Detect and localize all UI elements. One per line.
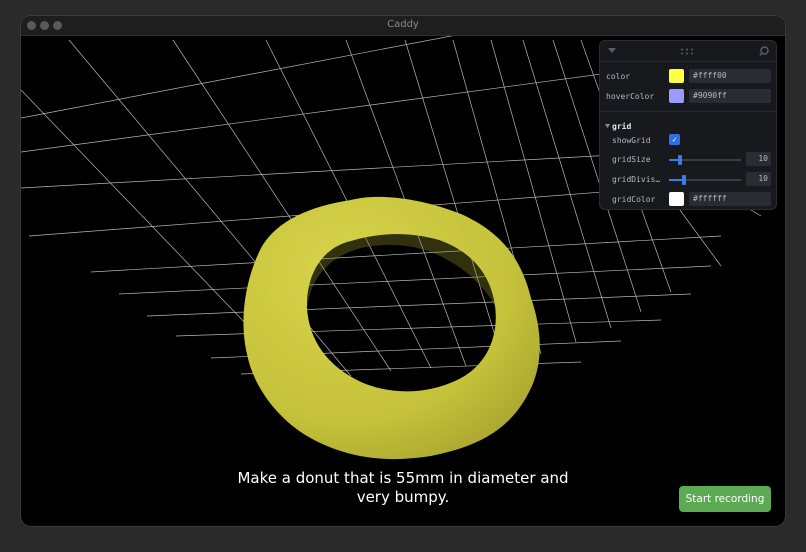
grid-color-label: gridColor [612,195,656,204]
grid-size-input[interactable]: 10 [746,152,771,166]
grid-divisions-label: gridDivis… [612,175,661,184]
folder-collapse-icon[interactable] [605,124,610,128]
color-swatch[interactable] [669,69,684,83]
window-title: Caddy [387,19,419,30]
prompt-text: Make a donut that is 55mm in diameter an… [237,469,569,506]
grid-color-swatch[interactable] [669,192,684,206]
controls-panel[interactable]: color #ffff00 hoverColor #9090ff grid sh… [600,41,776,209]
grid-divisions-slider-fill [669,179,682,181]
grid-size-label: gridSize [612,155,651,164]
title-bar: Caddy [21,16,785,36]
search-icon[interactable] [759,46,769,56]
grid-divisions-slider-thumb[interactable] [682,175,686,185]
grid-color-input[interactable]: #ffffff [689,192,771,206]
grid-size-slider-fill [669,159,678,161]
show-grid-label: showGrid [612,136,651,145]
hover-color-label: hoverColor [606,92,655,101]
color-input[interactable]: #ffff00 [689,69,771,83]
grid-size-slider-thumb[interactable] [678,155,682,165]
start-recording-button[interactable]: Start recording [679,486,771,512]
app-window: Caddy color #ffff00 hoverColor #9090ff g… [21,16,785,526]
grid-divisions-input[interactable]: 10 [746,172,771,186]
panel-header[interactable] [600,41,776,62]
show-grid-checkbox[interactable]: ✓ [669,134,680,145]
grid-folder-title[interactable]: grid [612,122,631,131]
collapse-triangle-icon[interactable] [608,48,616,54]
color-label: color [606,72,631,81]
panel-divider [600,111,776,112]
donut-mesh [243,196,540,460]
hover-color-input[interactable]: #9090ff [689,89,771,103]
hover-color-swatch[interactable] [669,89,684,103]
drag-handle-icon[interactable] [680,48,694,55]
